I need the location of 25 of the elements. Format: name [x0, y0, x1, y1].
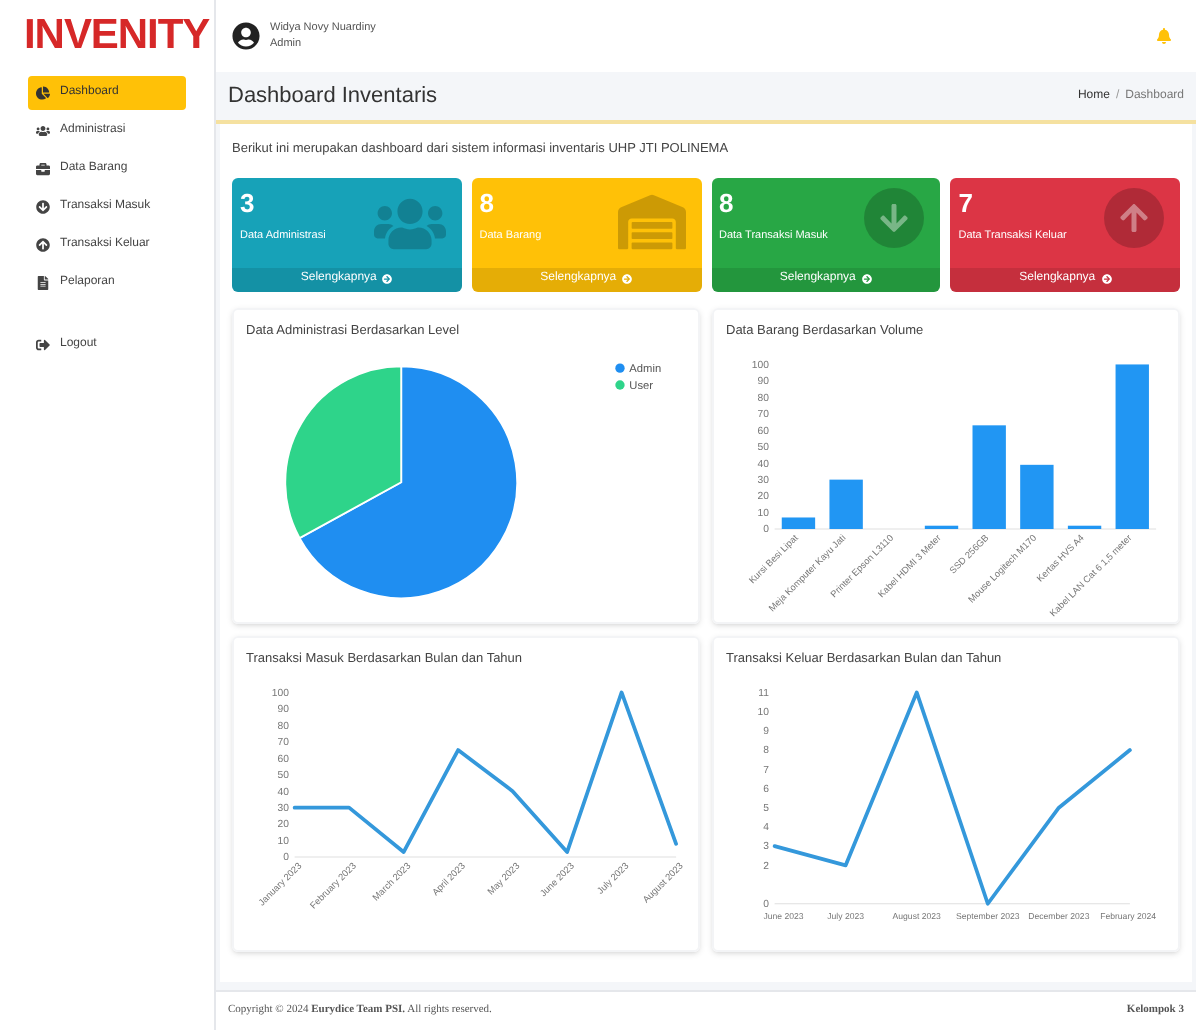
logo: INVENITY: [22, 10, 212, 63]
up-arrow-icon: [36, 238, 50, 252]
stat-value: 7: [958, 185, 975, 222]
stat-value: 8: [479, 185, 496, 222]
logout-icon: [36, 338, 50, 352]
avatar-icon: [232, 22, 260, 50]
arrow-right-icon: [382, 274, 393, 285]
page-title: Dashboard Inventaris: [228, 81, 438, 112]
notification-bell-icon[interactable]: [1156, 28, 1172, 44]
users-icon: [36, 124, 50, 138]
legend-dot: [615, 362, 625, 372]
bar: [972, 424, 1006, 528]
briefcase-icon: [36, 162, 50, 176]
down-arrow-icon: [36, 200, 50, 214]
bar: [829, 478, 863, 528]
arrow-right-icon: [861, 274, 872, 285]
legend-dot: [615, 379, 625, 389]
arrow-right-icon: [622, 274, 633, 285]
bar: [1020, 463, 1054, 528]
stat-value: 3: [240, 185, 257, 222]
arrow-right-icon: [1101, 274, 1112, 285]
pie-chart-icon: [36, 86, 50, 100]
bar: [781, 516, 816, 528]
document-icon: [36, 276, 50, 290]
stat-value: 8: [719, 185, 736, 222]
